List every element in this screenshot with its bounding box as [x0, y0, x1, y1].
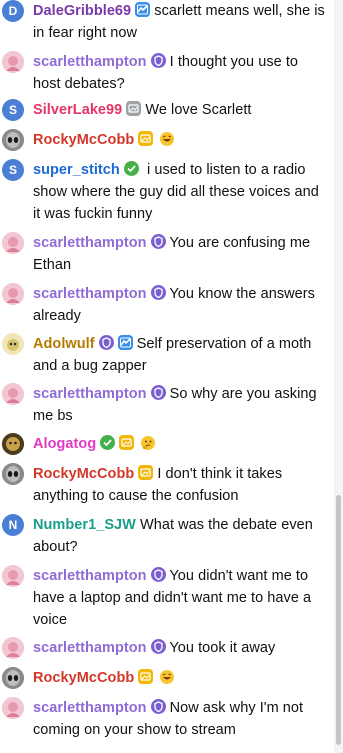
avatar[interactable]: N — [2, 514, 24, 536]
avatar[interactable] — [2, 667, 24, 689]
avatar[interactable] — [2, 383, 24, 405]
username[interactable]: Number1_SJW — [33, 517, 136, 533]
username[interactable]: scarletthampton — [33, 235, 147, 251]
moderator-shield-icon[interactable] — [150, 285, 166, 300]
laughing-emoji-icon[interactable] — [159, 669, 175, 692]
avatar-letter: S — [8, 103, 17, 117]
username[interactable]: scarletthampton — [33, 54, 147, 70]
laughing-emoji-icon[interactable] — [159, 131, 175, 154]
moderator-shield-icon[interactable] — [98, 335, 114, 350]
avatar[interactable]: S — [2, 99, 24, 121]
moderator-shield-icon[interactable] — [150, 639, 166, 654]
username[interactable]: scarletthampton — [33, 286, 147, 302]
scrollbar-thumb[interactable] — [336, 495, 341, 745]
moderator-shield-icon[interactable] — [150, 699, 166, 714]
username[interactable]: RockyMcCobb — [33, 466, 134, 482]
moderator-shield-icon[interactable] — [150, 234, 166, 249]
chat-message-list: D DaleGribble69 scarlett means well, she… — [0, 0, 334, 753]
avatar[interactable] — [2, 333, 24, 355]
avatar[interactable] — [2, 283, 24, 305]
avatar[interactable] — [2, 129, 24, 151]
username[interactable]: SilverLake99 — [33, 102, 122, 118]
gray-crown-icon[interactable] — [126, 101, 142, 116]
gold-crown-icon[interactable] — [119, 435, 135, 450]
username[interactable]: scarletthampton — [33, 386, 147, 402]
gold-crown-icon[interactable] — [138, 131, 154, 146]
chat-scrollbar[interactable] — [334, 0, 343, 753]
moderator-shield-icon[interactable] — [150, 567, 166, 582]
avatar[interactable] — [2, 565, 24, 587]
avatar[interactable] — [2, 232, 24, 254]
message-text: You took it away — [169, 640, 276, 656]
username[interactable]: scarletthampton — [33, 640, 147, 656]
twitch-prime-icon[interactable] — [135, 2, 151, 17]
avatar-letter: D — [8, 4, 18, 18]
gold-crown-icon[interactable] — [138, 465, 154, 480]
username[interactable]: Adolwulf — [33, 336, 95, 352]
avatar[interactable] — [2, 51, 24, 73]
avatar[interactable] — [2, 697, 24, 719]
username[interactable]: RockyMcCobb — [33, 132, 134, 148]
avatar-letter: S — [8, 163, 17, 177]
username[interactable]: scarletthampton — [33, 568, 147, 584]
username[interactable]: Alogatog — [33, 436, 96, 452]
username[interactable]: DaleGribble69 — [33, 3, 131, 19]
avatar-letter: N — [8, 518, 18, 532]
username[interactable]: RockyMcCobb — [33, 670, 134, 686]
verified-check-icon[interactable] — [100, 435, 116, 450]
avatar[interactable] — [2, 433, 24, 455]
avatar[interactable] — [2, 463, 24, 485]
message-text: We love Scarlett — [145, 102, 252, 118]
verified-check-icon[interactable] — [123, 161, 139, 176]
gold-crown-icon[interactable] — [138, 669, 154, 684]
avatar[interactable] — [2, 637, 24, 659]
username[interactable]: super_stitch — [33, 162, 120, 178]
twitch-prime-icon[interactable] — [117, 335, 133, 350]
thinking-emoji-icon[interactable] — [140, 435, 156, 458]
avatar[interactable]: D — [2, 0, 24, 22]
moderator-shield-icon[interactable] — [150, 385, 166, 400]
avatar[interactable]: S — [2, 159, 24, 181]
username[interactable]: scarletthampton — [33, 700, 147, 716]
moderator-shield-icon[interactable] — [150, 53, 166, 68]
